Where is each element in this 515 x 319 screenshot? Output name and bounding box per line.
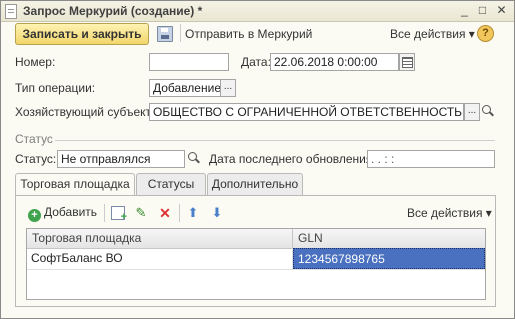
table-row[interactable]: СофтБаланс ВО 1234567898765 [27, 248, 485, 270]
tab-statuses[interactable]: Статусы [136, 173, 206, 195]
subject-label: Хозяйствующий субъект: [15, 105, 155, 119]
tab-trading-site[interactable]: Торговая площадка [15, 173, 135, 196]
date-label: Дата: [241, 55, 271, 69]
panel-toolbar: +Добавить ✎ ✕ ⬆ ⬇ Все действия ▾ [16, 202, 495, 224]
all-actions-menu[interactable]: Все действия ▾ [390, 27, 475, 41]
status-group-title: Статус [15, 132, 53, 146]
last-update-label: Дата последнего обновления: [209, 152, 376, 166]
operation-type-label: Тип операции: [15, 81, 96, 95]
subject-search-icon[interactable] [480, 103, 494, 119]
save-icon[interactable] [157, 26, 173, 42]
toolbar-separator [180, 24, 181, 42]
panel-toolbar-separator-2 [179, 204, 180, 222]
save-and-close-button[interactable]: Записать и закрыть [15, 23, 149, 45]
move-up-icon[interactable]: ⬆ [186, 206, 200, 220]
calendar-button[interactable] [399, 53, 415, 71]
panel-all-actions-menu[interactable]: Все действия ▾ [407, 206, 492, 220]
title-bar[interactable]: Запрос Меркурий (создание) * _ □ ✕ [1, 1, 514, 22]
number-field[interactable] [149, 53, 229, 71]
edit-icon[interactable]: ✎ [134, 206, 148, 220]
window-title: Запрос Меркурий (создание) * [23, 4, 203, 18]
trading-sites-table[interactable]: Торговая площадка GLN СофтБаланс ВО 1234… [26, 228, 486, 300]
tab-panel-trading-site: +Добавить ✎ ✕ ⬆ ⬇ Все действия ▾ Торгова… [15, 195, 496, 307]
request-window: Запрос Меркурий (создание) * _ □ ✕ Запис… [0, 0, 515, 319]
form-toolbar: Записать и закрыть Отправить в Меркурий … [1, 22, 514, 48]
status-group-divider [55, 140, 495, 141]
last-update-field[interactable]: . . : : [367, 150, 495, 168]
operation-type-select-button[interactable]: ... [220, 79, 236, 97]
calendar-icon [401, 57, 413, 68]
cell-trading-site[interactable]: СофтБаланс ВО [27, 248, 293, 269]
add-icon: + [28, 209, 41, 222]
number-label: Номер: [15, 55, 56, 69]
status-field[interactable]: Не отправлялся [57, 150, 185, 168]
maximize-button[interactable]: □ [475, 4, 490, 17]
status-label: Статус: [15, 152, 57, 166]
document-icon [5, 4, 17, 19]
status-search-icon[interactable] [186, 150, 200, 166]
cell-gln[interactable]: 1234567898765 [293, 248, 485, 269]
send-to-mercury-button[interactable]: Отправить в Меркурий [185, 27, 312, 41]
delete-icon[interactable]: ✕ [158, 206, 172, 220]
add-button[interactable]: + Добавить [28, 205, 97, 222]
date-field[interactable]: 22.06.2018 0:00:00 [270, 53, 399, 71]
help-icon[interactable]: ? [477, 25, 494, 42]
move-down-icon[interactable]: ⬇ [210, 206, 224, 220]
panel-toolbar-separator [104, 204, 105, 222]
column-header-gln[interactable]: GLN [293, 229, 485, 248]
tab-additional[interactable]: Дополнительно [207, 173, 303, 195]
table-header: Торговая площадка GLN [27, 229, 485, 249]
subject-select-button[interactable]: ... [464, 103, 480, 121]
operation-type-field[interactable]: Добавление [149, 79, 221, 97]
subject-field[interactable]: ОБЩЕСТВО С ОГРАНИЧЕННОЙ ОТВЕТСТВЕННОСТЬЮ… [149, 103, 464, 121]
copy-icon[interactable] [111, 206, 127, 223]
minimize-button[interactable]: _ [457, 4, 472, 17]
column-header-trading-site[interactable]: Торговая площадка [27, 229, 293, 248]
close-button[interactable]: ✕ [494, 4, 509, 17]
add-button-label: Добавить [44, 205, 98, 219]
